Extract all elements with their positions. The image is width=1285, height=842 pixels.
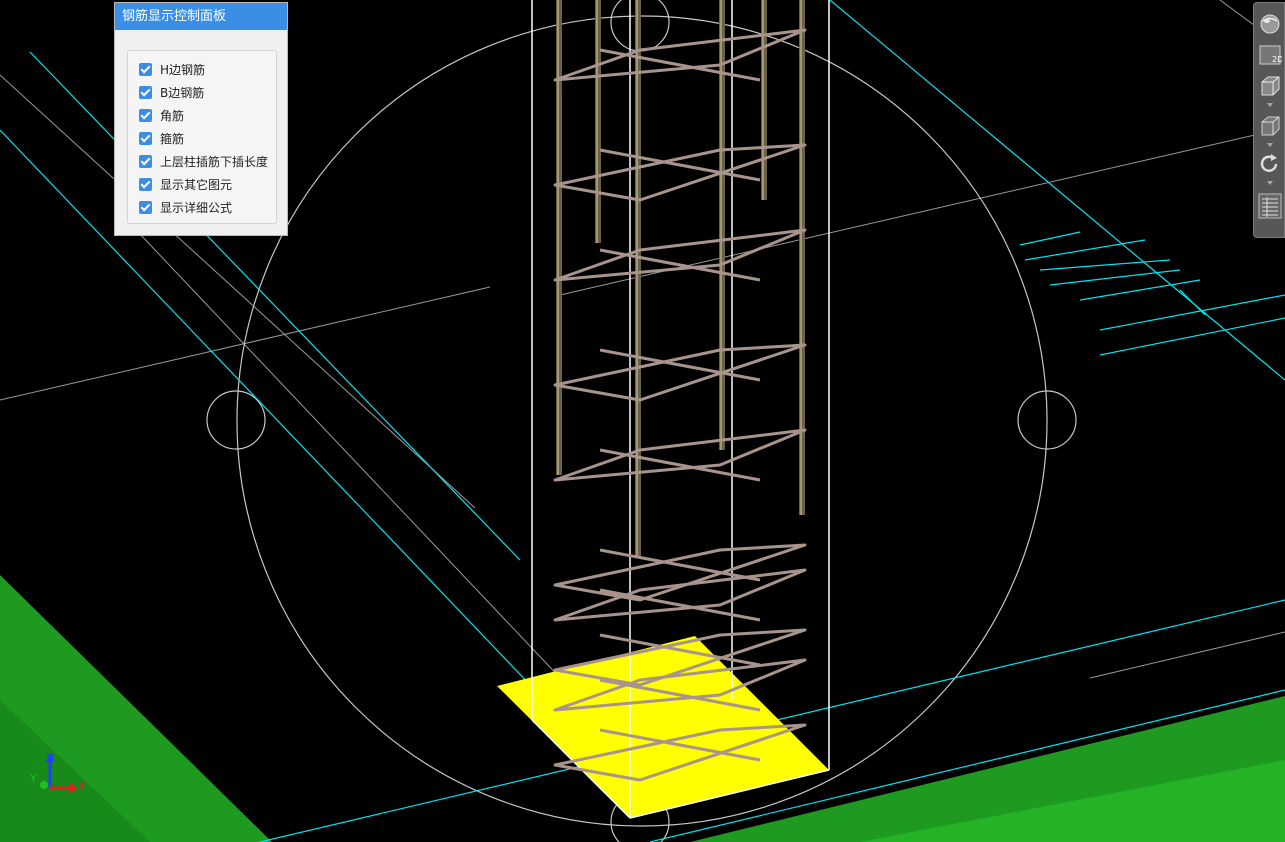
- view-3d-box-icon: [1261, 76, 1280, 96]
- rotate-view-button[interactable]: [1256, 151, 1284, 177]
- stirrup-tie: [599, 588, 761, 622]
- x-axis-label: X: [78, 780, 86, 793]
- checkbox-show-other-elements[interactable]: [139, 177, 152, 191]
- option-show-detailed-formula[interactable]: 显示详细公式: [139, 198, 232, 216]
- option-label: 显示详细公式: [160, 200, 233, 215]
- y-axis-dot: [40, 781, 48, 789]
- option-b-side-rebar[interactable]: B边钢筋: [139, 83, 204, 101]
- grid-list-icon: [1258, 193, 1282, 219]
- checkbox-b-side-rebar[interactable]: [139, 85, 152, 99]
- option-label: 上层柱插筋下插长度: [160, 154, 269, 169]
- option-group: H边钢筋 B边钢筋 角筋 箍筋 上层柱插筋下插长度 显示其它图元 显示详细公式: [127, 50, 277, 224]
- option-upper-dowel-length[interactable]: 上层柱插筋下插长度: [139, 152, 268, 170]
- checkbox-show-detailed-formula[interactable]: [139, 200, 152, 214]
- stirrup-loop: [553, 428, 807, 482]
- option-corner-rebar[interactable]: 角筋: [139, 106, 184, 124]
- render-mode-button[interactable]: [1256, 11, 1284, 37]
- option-show-other-elements[interactable]: 显示其它图元: [139, 175, 232, 193]
- stirrup-tie: [599, 548, 761, 582]
- checkbox-corner-rebar[interactable]: [139, 108, 152, 122]
- checkbox-upper-dowel-length[interactable]: [139, 154, 152, 168]
- render-sphere-icon: [1260, 14, 1280, 34]
- cube-icon: [1261, 116, 1280, 136]
- panel-title[interactable]: 钢筋显示控制面板: [115, 3, 287, 30]
- stirrup-tie: [599, 148, 761, 182]
- option-label: 角筋: [160, 108, 185, 123]
- option-stirrup[interactable]: 箍筋: [139, 129, 184, 147]
- stirrup-tie: [599, 348, 761, 382]
- z-axis-label: Z: [47, 752, 55, 765]
- chevron-down-icon[interactable]: [1267, 103, 1273, 107]
- view-2d-icon: 2D: [1259, 45, 1282, 65]
- svg-text:2D: 2D: [1272, 55, 1282, 64]
- y-axis-label: Y: [30, 772, 37, 785]
- chevron-down-icon[interactable]: [1267, 181, 1273, 185]
- option-label: B边钢筋: [160, 85, 205, 100]
- vertical-rebars: [556, 0, 805, 556]
- stirrup-tie: [599, 448, 761, 482]
- stirrup-tie: [599, 48, 761, 82]
- view-2d-button[interactable]: 2D: [1256, 43, 1284, 67]
- stirrup-loop: [553, 228, 807, 282]
- cube-view-button[interactable]: [1256, 113, 1284, 139]
- option-label: H边钢筋: [160, 62, 206, 77]
- rotate-icon: [1260, 154, 1278, 172]
- option-h-side-rebar[interactable]: H边钢筋: [139, 60, 205, 78]
- chevron-down-icon[interactable]: [1267, 143, 1273, 147]
- checkbox-stirrup[interactable]: [139, 131, 152, 145]
- stirrup-loop: [553, 28, 807, 82]
- layer-list-button[interactable]: [1256, 191, 1284, 221]
- option-label: 显示其它图元: [160, 177, 233, 192]
- axis-triad: Z Y X: [30, 752, 86, 793]
- stirrup-loop: [553, 343, 807, 402]
- checkbox-h-side-rebar[interactable]: [139, 62, 152, 76]
- x-axis-arrow: [70, 783, 78, 793]
- option-label: 箍筋: [160, 131, 185, 146]
- stirrup-loop: [553, 143, 807, 202]
- view-3d-button[interactable]: [1256, 73, 1284, 99]
- view-toolbar: 2D: [1253, 2, 1285, 238]
- stirrup-loop: [553, 543, 807, 602]
- rebar-display-control-panel: 钢筋显示控制面板 H边钢筋 B边钢筋 角筋 箍筋 上层柱插筋下插长度 显示其它图…: [114, 2, 288, 236]
